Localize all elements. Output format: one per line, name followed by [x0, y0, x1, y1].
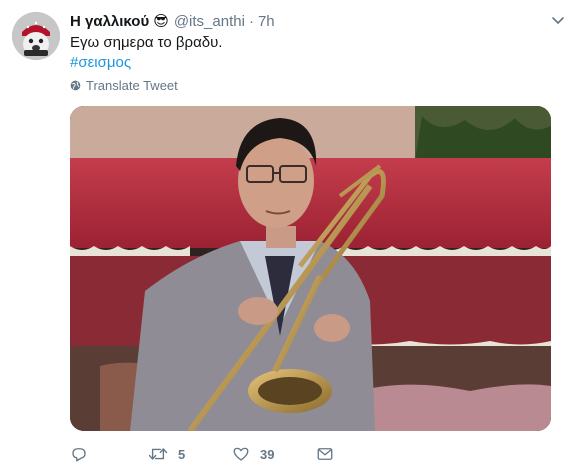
chevron-down-icon[interactable]: [550, 12, 566, 28]
envelope-icon: [317, 448, 333, 460]
retweet-button[interactable]: 5: [148, 445, 232, 463]
reply-icon: [72, 448, 86, 462]
tweet-text: Εγω σημερα το βραδυ. #σεισμος: [70, 33, 222, 73]
tweet-timestamp[interactable]: 7h: [258, 13, 275, 30]
author-handle[interactable]: @its_anthi: [174, 13, 245, 30]
translate-tweet-link[interactable]: Translate Tweet: [70, 78, 178, 93]
avatar[interactable]: [12, 12, 60, 60]
tweet-actions: 5 39: [70, 443, 550, 465]
dog-avatar-image: [12, 12, 60, 60]
trombone-player-photo: [70, 106, 551, 431]
direct-message-button[interactable]: [316, 445, 376, 463]
like-button[interactable]: 39: [232, 445, 316, 463]
reply-button[interactable]: [70, 445, 148, 463]
retweet-icon: [148, 448, 168, 460]
retweet-count: 5: [178, 446, 186, 462]
tweet[interactable]: Η γαλλικού 😎 @its_anthi · 7h Εγω σημερα …: [0, 0, 580, 475]
hashtag-link[interactable]: #σεισμος: [70, 53, 222, 73]
globe-icon: [70, 80, 81, 91]
translate-label: Translate Tweet: [86, 78, 178, 93]
author-emoji: 😎: [153, 13, 169, 30]
tweet-header: Η γαλλικού 😎 @its_anthi · 7h: [70, 11, 275, 31]
tweet-media-image[interactable]: [70, 106, 551, 431]
heart-icon: [233, 447, 249, 461]
author-name[interactable]: Η γαλλικού: [70, 13, 149, 30]
like-count: 39: [260, 446, 275, 462]
tweet-body: Εγω σημερα το βραδυ.: [70, 34, 223, 51]
separator-dot: ·: [248, 12, 254, 30]
